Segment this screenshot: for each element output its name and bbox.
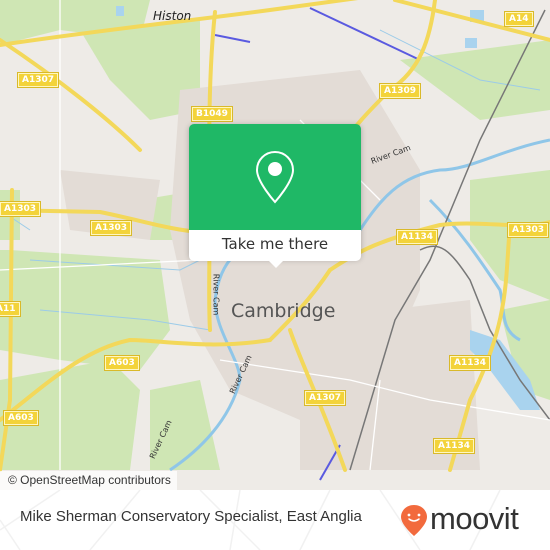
road-label-a603: A603 xyxy=(3,410,39,426)
road-label-a1303: A1303 xyxy=(506,222,550,238)
road-label-a11: A11 xyxy=(0,301,21,317)
map[interactable]: Histon Cambridge A14 A1307 B1049 A1309 A… xyxy=(0,0,550,490)
place-label-histon: Histon xyxy=(153,9,192,23)
road-label-a1303: A1303 xyxy=(89,220,133,236)
road-label-a1307: A1307 xyxy=(16,72,60,88)
footer: Mike Sherman Conservatory Specialist, Ea… xyxy=(0,490,550,550)
road-label-a1134: A1134 xyxy=(432,438,476,454)
take-me-there-button[interactable]: Take me there xyxy=(189,230,361,261)
road-label-a1303: A1303 xyxy=(0,201,42,217)
moovit-pin-icon xyxy=(401,505,427,536)
road-label-a1134: A1134 xyxy=(448,355,492,371)
place-title: Mike Sherman Conservatory Specialist, Ea… xyxy=(20,508,362,525)
road-label-a1309: A1309 xyxy=(378,83,422,99)
river-label: River Cam xyxy=(211,273,221,316)
place-label-cambridge: Cambridge xyxy=(231,300,336,322)
moovit-wordmark: moovit xyxy=(430,501,519,536)
popup-pointer xyxy=(267,259,285,268)
road-label-a14: A14 xyxy=(504,11,534,27)
map-pin-icon xyxy=(255,150,295,204)
map-attribution[interactable]: © OpenStreetMap contributors xyxy=(0,471,177,490)
road-label-a603: A603 xyxy=(104,355,140,371)
road-label-a1134: A1134 xyxy=(395,229,439,245)
location-popup: Take me there xyxy=(189,124,361,268)
popup-header xyxy=(189,124,361,230)
road-label-b1049: B1049 xyxy=(191,106,233,122)
road-label-a1307: A1307 xyxy=(303,390,347,406)
moovit-logo[interactable]: moovit xyxy=(400,500,540,540)
